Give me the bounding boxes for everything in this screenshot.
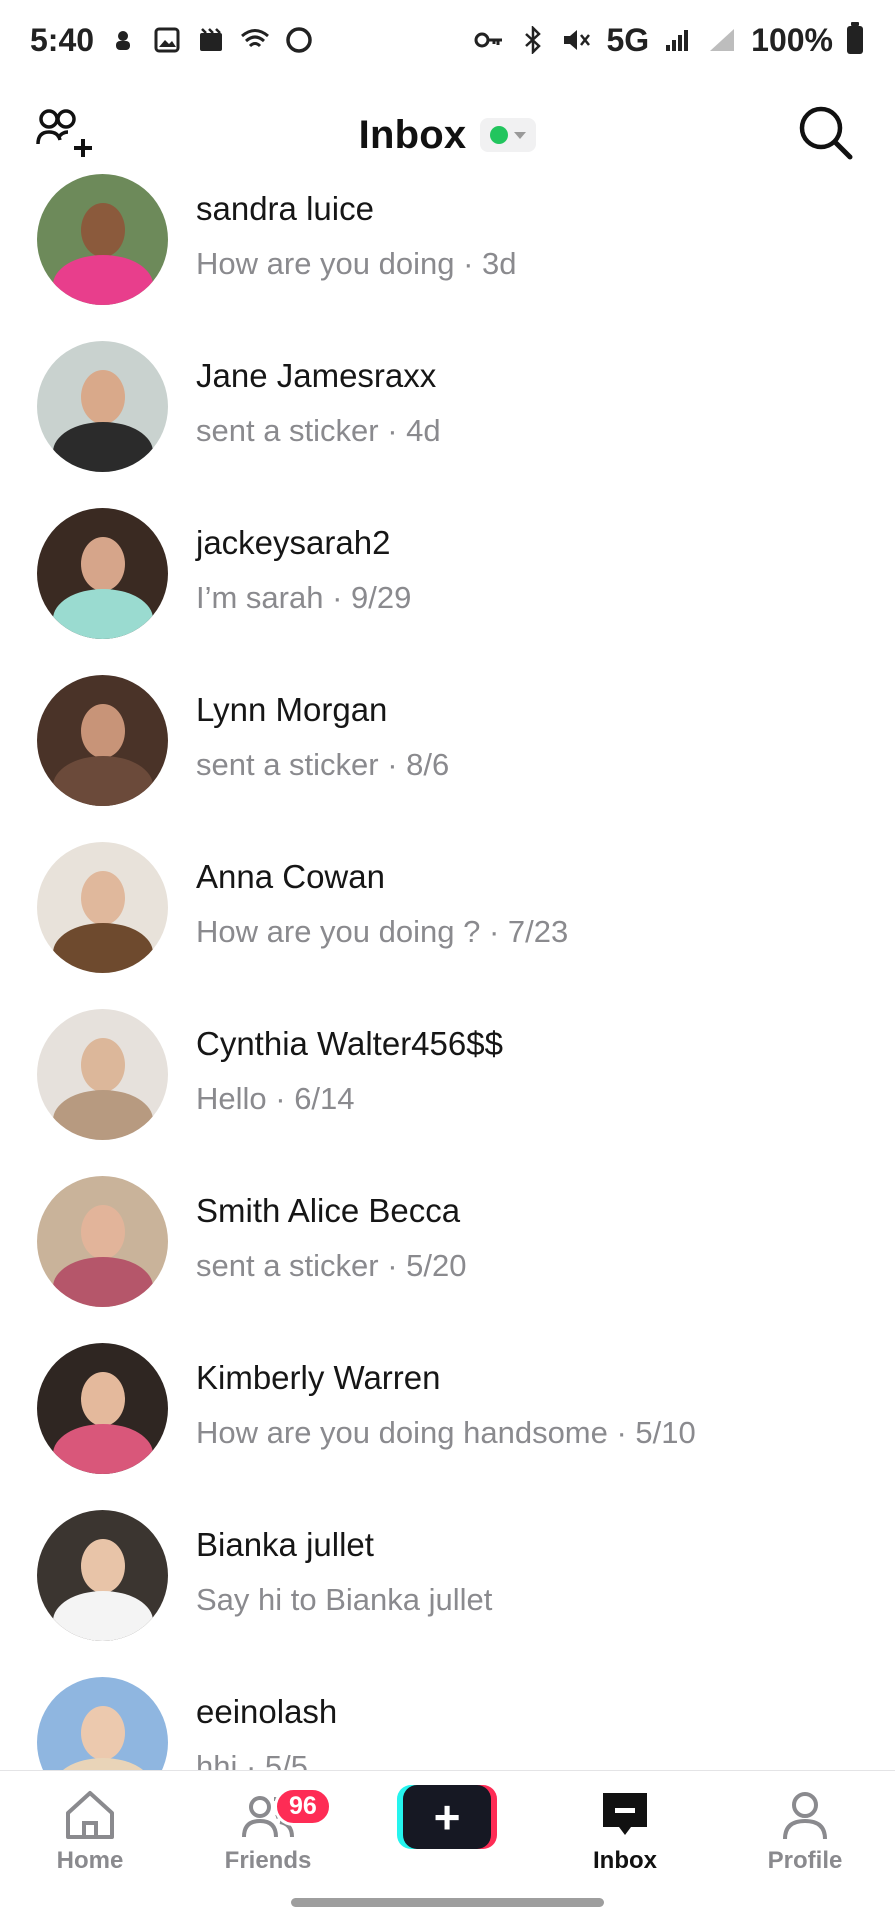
message-preview: I’m sarah · 9/29 <box>196 580 412 615</box>
mute-icon <box>562 25 592 55</box>
avatar[interactable] <box>37 1343 168 1474</box>
contact-name: Jane Jamesraxx <box>196 357 437 394</box>
add-friends-icon <box>36 109 92 157</box>
status-bar: 5:40 5G 100% <box>0 0 895 80</box>
plus-icon: + <box>403 1785 491 1849</box>
contact-name: eeinolash <box>196 1693 338 1730</box>
inbox-screen: 5:40 5G 100% Inbox sandra luice How are … <box>0 0 895 1920</box>
chevron-down-icon <box>514 131 527 139</box>
avatar[interactable] <box>37 675 168 806</box>
gallery-icon <box>152 25 182 55</box>
conversation-row[interactable]: Cynthia Walter456$$ Hello · 6/14 <box>0 1005 895 1172</box>
avatar[interactable] <box>37 341 168 472</box>
wifi-icon <box>240 25 270 55</box>
conversation-row[interactable]: jackeysarah2 I’m sarah · 9/29 <box>0 504 895 671</box>
signal-icon <box>663 25 693 55</box>
online-status-dot <box>490 126 509 144</box>
status-time: 5:40 <box>30 21 95 58</box>
tab-inbox[interactable]: Inbox <box>555 1787 695 1875</box>
message-preview: sent a sticker · 4d <box>196 413 441 448</box>
contact-name: Cynthia Walter456$$ <box>196 1025 503 1062</box>
conversation-row[interactable]: sandra luice How are you doing · 3d <box>0 170 895 337</box>
conversation-row[interactable]: Kimberly Warren How are you doing handso… <box>0 1339 895 1506</box>
contact-name: Kimberly Warren <box>196 1359 441 1396</box>
avatar[interactable] <box>37 842 168 973</box>
tab-friends-label: Friends <box>224 1847 312 1874</box>
network-type: 5G <box>606 21 650 58</box>
home-icon <box>60 1787 120 1843</box>
create-button[interactable]: + <box>397 1785 497 1849</box>
message-preview: How are you doing · 3d <box>196 246 517 281</box>
inbox-icon <box>595 1787 655 1843</box>
vpn-key-icon <box>474 25 504 55</box>
conversation-row[interactable]: Bianka jullet Say hi to Bianka jullet <box>0 1506 895 1673</box>
battery-icon <box>847 22 863 54</box>
tab-home[interactable]: Home <box>20 1787 160 1875</box>
message-preview: hhi · 5/5 <box>196 1749 309 1770</box>
contact-name: Bianka jullet <box>196 1526 374 1563</box>
tab-profile[interactable]: Profile <box>735 1787 875 1875</box>
conversation-row[interactable]: Smith Alice Becca sent a sticker · 5/20 <box>0 1172 895 1339</box>
message-preview: How are you doing handsome · 5/10 <box>196 1415 696 1450</box>
message-preview: Hello · 6/14 <box>196 1081 355 1116</box>
notification-icon <box>108 25 138 55</box>
media-icon <box>196 25 226 55</box>
sync-icon <box>284 25 314 55</box>
contact-name: jackeysarah2 <box>196 524 391 561</box>
message-preview: How are you doing ? · 7/23 <box>196 914 569 949</box>
conversation-list: sandra luice How are you doing · 3d Jane… <box>0 170 895 1770</box>
message-preview: sent a sticker · 8/6 <box>196 747 450 782</box>
message-preview: Say hi to Bianka jullet <box>196 1582 493 1617</box>
status-right: 5G 100% <box>474 22 863 59</box>
avatar[interactable] <box>37 508 168 639</box>
status-left: 5:40 <box>30 22 314 59</box>
message-preview: sent a sticker · 5/20 <box>196 1248 467 1283</box>
tab-inbox-label: Inbox <box>593 1847 657 1874</box>
avatar[interactable] <box>37 1677 168 1770</box>
friends-badge: 96 <box>274 1787 332 1826</box>
tab-profile-label: Profile <box>767 1847 843 1874</box>
avatar[interactable] <box>37 1009 168 1140</box>
tab-home-label: Home <box>56 1847 124 1874</box>
contact-name: Lynn Morgan <box>196 691 388 728</box>
search-button[interactable] <box>797 104 855 162</box>
conversation-row[interactable]: Jane Jamesraxx sent a sticker · 4d <box>0 337 895 504</box>
bluetooth-icon <box>518 25 548 55</box>
home-indicator[interactable] <box>291 1898 604 1907</box>
search-icon <box>799 106 853 160</box>
avatar[interactable] <box>37 174 168 305</box>
online-status-toggle[interactable] <box>480 118 537 152</box>
title-wrap: Inbox <box>359 113 537 158</box>
conversation-row[interactable]: Lynn Morgan sent a sticker · 8/6 <box>0 671 895 838</box>
conversation-row[interactable]: Anna Cowan How are you doing ? · 7/23 <box>0 838 895 1005</box>
tab-friends[interactable]: Friends 96 <box>198 1787 338 1875</box>
profile-icon <box>775 1787 835 1843</box>
signal-empty-icon <box>707 25 737 55</box>
contact-name: sandra luice <box>196 190 374 227</box>
page-title: Inbox <box>358 112 467 157</box>
contact-name: Smith Alice Becca <box>196 1192 461 1229</box>
battery-percent: 100% <box>751 21 833 58</box>
contact-name: Anna Cowan <box>196 858 385 895</box>
conversation-row[interactable]: eeinolash hhi · 5/5 <box>0 1673 895 1770</box>
add-friends-button[interactable] <box>36 108 94 158</box>
avatar[interactable] <box>37 1510 168 1641</box>
avatar[interactable] <box>37 1176 168 1307</box>
